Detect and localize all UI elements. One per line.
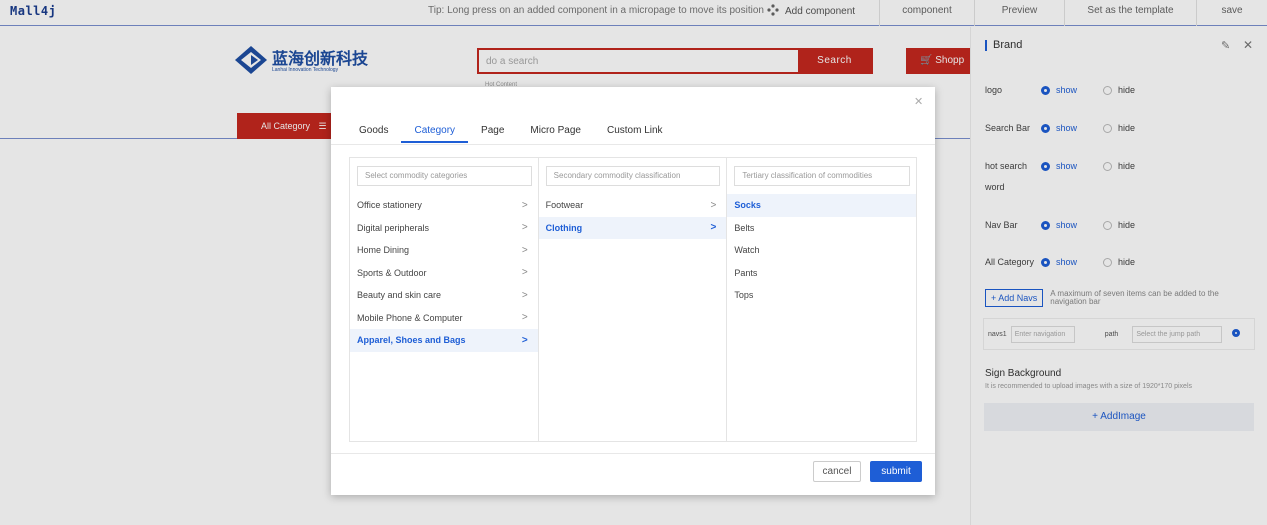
secondary-category-search-input[interactable]: Secondary commodity classification: [545, 166, 721, 186]
list-item-selected[interactable]: Apparel, Shoes and Bags >: [350, 329, 538, 352]
tertiary-category-search-input[interactable]: Tertiary classification of commodities: [734, 166, 911, 186]
chevron-right-icon: >: [521, 334, 528, 346]
tab-custom-link[interactable]: Custom Link: [607, 121, 663, 143]
tab-divider: [331, 144, 935, 145]
category-columns: Select commodity categories Office stati…: [349, 157, 917, 442]
list-item-label: Home Dining: [357, 245, 410, 256]
list-item-label: Mobile Phone & Computer: [357, 312, 463, 323]
chevron-right-icon: >: [521, 199, 528, 211]
list-item-label: Socks: [734, 200, 761, 211]
list-item[interactable]: Mobile Phone & Computer >: [350, 307, 538, 330]
primary-category-search-input[interactable]: Select commodity categories: [357, 166, 532, 186]
list-item-label: Clothing: [545, 222, 583, 233]
chevron-right-icon: >: [521, 222, 528, 234]
chevron-right-icon: >: [710, 222, 717, 234]
list-item-label: Footwear: [545, 200, 584, 211]
list-item[interactable]: Beauty and skin care >: [350, 284, 538, 307]
list-item[interactable]: Home Dining >: [350, 239, 538, 262]
list-item-label: Tops: [734, 290, 754, 301]
cancel-button[interactable]: cancel: [813, 461, 861, 482]
list-item-label: Watch: [734, 245, 760, 256]
tab-category[interactable]: Category: [401, 121, 469, 143]
list-item-label: Digital peripherals: [357, 222, 430, 233]
dialog-tabs: Goods Category Page Micro Page Custom Li…: [359, 121, 689, 143]
chevron-right-icon: >: [521, 267, 528, 279]
chevron-right-icon: >: [521, 312, 528, 324]
list-item-selected[interactable]: Clothing >: [538, 216, 727, 239]
list-item-selected[interactable]: Socks: [727, 194, 917, 217]
list-item-label: Sports & Outdoor: [357, 267, 427, 278]
submit-button[interactable]: submit: [870, 461, 922, 482]
tertiary-category-column: Tertiary classification of commodities S…: [727, 158, 917, 441]
primary-category-column: Select commodity categories Office stati…: [350, 158, 539, 441]
list-item-label: Apparel, Shoes and Bags: [357, 335, 466, 346]
list-item[interactable]: Belts: [727, 217, 916, 240]
list-item[interactable]: Watch: [727, 239, 916, 262]
list-item[interactable]: Office stationery >: [350, 194, 538, 217]
list-item[interactable]: Pants: [727, 262, 916, 285]
list-item-label: Pants: [734, 267, 758, 278]
list-item-label: Office stationery: [357, 200, 422, 211]
secondary-category-column: Secondary commodity classification Footw…: [538, 158, 728, 441]
chevron-right-icon: >: [521, 289, 528, 301]
tab-micro-page[interactable]: Micro Page: [530, 121, 581, 143]
list-item-label: Beauty and skin care: [357, 290, 442, 301]
list-item[interactable]: Footwear >: [539, 194, 727, 217]
chevron-right-icon: >: [521, 244, 528, 256]
tab-page[interactable]: Page: [481, 121, 504, 143]
list-item[interactable]: Sports & Outdoor >: [350, 262, 538, 285]
list-item-label: Belts: [734, 222, 755, 233]
list-item[interactable]: Tops: [727, 284, 916, 307]
dialog-close-icon[interactable]: ✕: [914, 95, 923, 108]
chevron-right-icon: >: [710, 199, 717, 211]
tab-goods[interactable]: Goods: [359, 121, 388, 143]
footer-divider: [331, 453, 935, 454]
link-select-dialog: ✕ Goods Category Page Micro Page Custom …: [331, 87, 935, 495]
list-item[interactable]: Digital peripherals >: [350, 217, 538, 240]
